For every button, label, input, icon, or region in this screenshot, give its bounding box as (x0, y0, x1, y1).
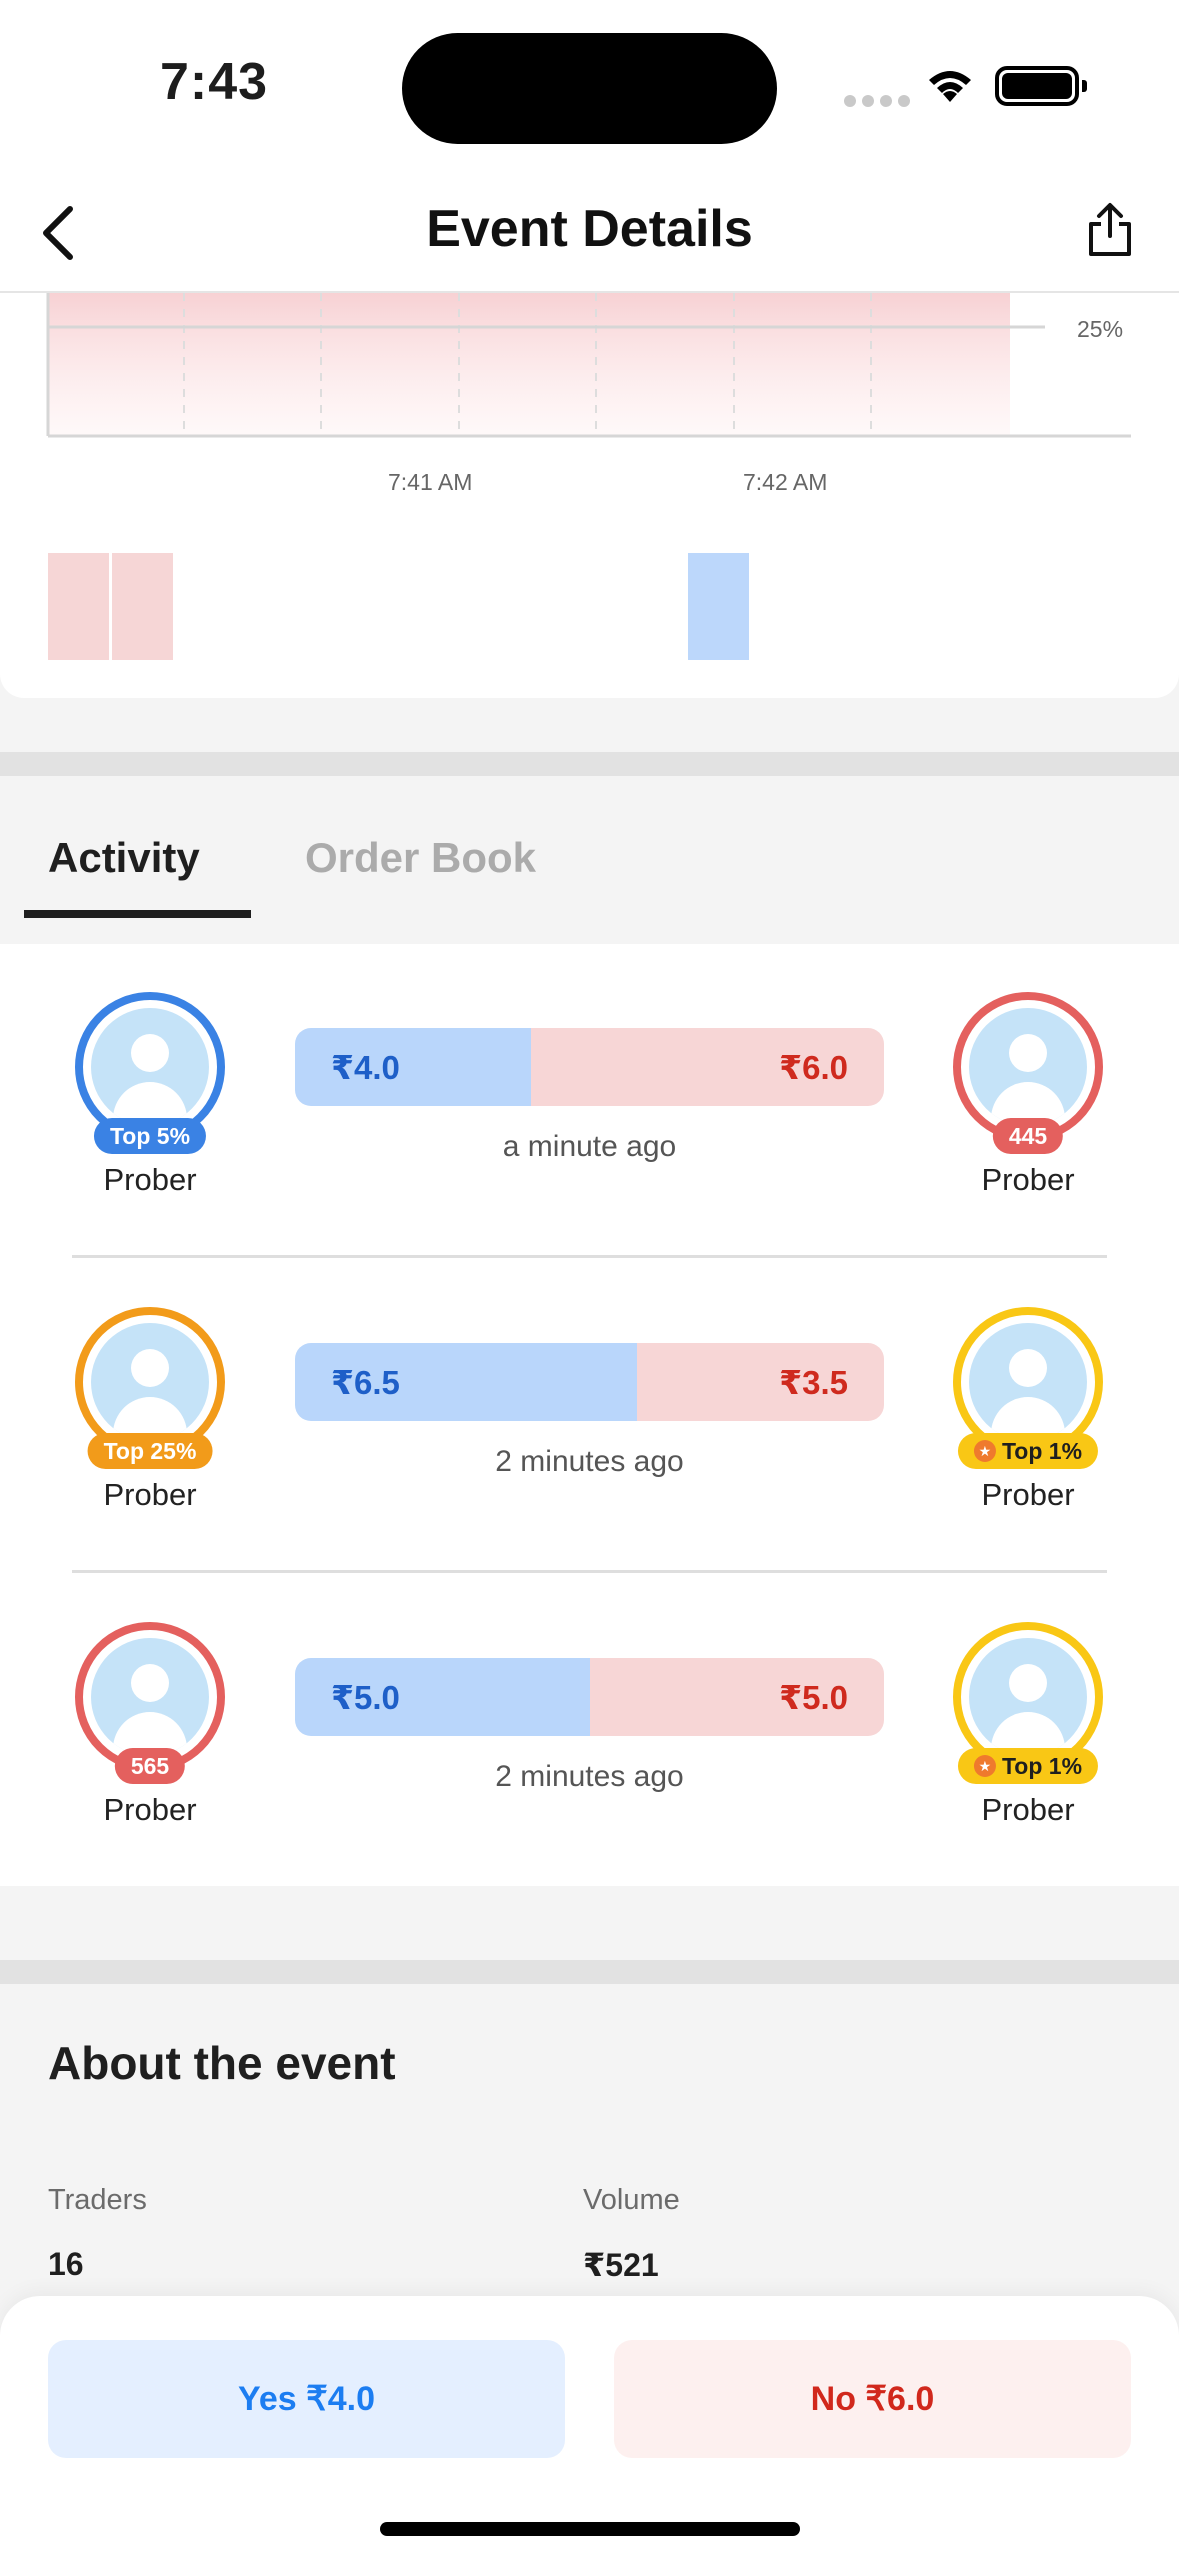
time-ago: 2 minutes ago (495, 1760, 684, 1793)
section-divider (0, 1960, 1179, 1984)
battery-icon (995, 66, 1087, 106)
tab-active-indicator (24, 910, 251, 918)
price-chart-card: 25% 7:41 AM 7:42 AM (0, 293, 1179, 698)
no-price: ₹5.0 (589, 1658, 884, 1736)
tab-bar: Activity Order Book (0, 776, 1179, 944)
rank-badge: 445 (992, 1118, 1064, 1154)
yes-price: ₹5.0 (295, 1658, 590, 1736)
traders-label: Traders (48, 2184, 147, 2216)
rank-badge: Top 5% (93, 1118, 207, 1154)
activity-list: Top 5% Prober ₹4.0 ₹6.0 a minute ago 445… (0, 944, 1179, 1886)
activity-row[interactable]: 565 Prober ₹5.0 ₹5.0 2 minutes ago ★ Top … (0, 1574, 1179, 1889)
percent-label: 25% (1077, 316, 1123, 342)
yes-trader[interactable]: 565 Prober (70, 1622, 230, 1828)
about-title: About the event (48, 2037, 396, 2089)
trader-name: Prober (981, 1162, 1075, 1197)
trader-name: Prober (981, 1792, 1075, 1827)
no-price: ₹6.0 (530, 1028, 884, 1106)
yes-price: ₹6.5 (295, 1343, 637, 1421)
volume-bar-no (48, 553, 109, 660)
share-icon (1089, 203, 1131, 256)
rank-badge: Top 25% (87, 1433, 213, 1469)
tab-activity[interactable]: Activity (48, 834, 200, 882)
price-split-bar: ₹5.0 ₹5.0 (295, 1658, 884, 1736)
time-ago: a minute ago (502, 1130, 677, 1163)
trader-name: Prober (103, 1162, 197, 1197)
tab-order-book[interactable]: Order Book (305, 834, 536, 882)
trader-name: Prober (103, 1792, 197, 1827)
activity-row[interactable]: Top 5% Prober ₹4.0 ₹6.0 a minute ago 445… (0, 944, 1179, 1259)
price-area (48, 293, 1010, 436)
buy-no-button[interactable]: No ₹6.0 (614, 2340, 1131, 2458)
volume-value: ₹521 (583, 2247, 659, 2283)
no-trader[interactable]: ★ Top 1% Prober (948, 1622, 1108, 1828)
volume-label: Volume (583, 2184, 680, 2216)
yes-trader[interactable]: Top 25% Prober (70, 1307, 230, 1513)
time-ago: 2 minutes ago (495, 1445, 684, 1478)
home-indicator[interactable] (380, 2522, 800, 2536)
star-icon: ★ (973, 1755, 996, 1777)
yes-price: ₹4.0 (295, 1028, 531, 1106)
buy-yes-button[interactable]: Yes ₹4.0 (48, 2340, 565, 2458)
no-trader[interactable]: ★ Top 1% Prober (948, 1307, 1108, 1513)
rank-badge: 565 (114, 1748, 186, 1784)
traders-value: 16 (48, 2246, 84, 2282)
rank-badge: ★ Top 1% (957, 1748, 1099, 1784)
cellular-signal-icon (844, 95, 910, 107)
row-divider (72, 1570, 1107, 1573)
activity-row[interactable]: Top 25% Prober ₹6.5 ₹3.5 2 minutes ago ★… (0, 1259, 1179, 1574)
volume-bar-no (112, 553, 173, 660)
wifi-icon (929, 71, 971, 102)
row-divider (72, 1255, 1107, 1258)
volume-bar-yes (688, 553, 749, 660)
trader-name: Prober (981, 1477, 1075, 1512)
trade-action-bar: Yes ₹4.0 No ₹6.0 (0, 2296, 1179, 2556)
time-label-1: 7:41 AM (388, 469, 472, 495)
price-split-bar: ₹6.5 ₹3.5 (295, 1343, 884, 1421)
price-split-bar: ₹4.0 ₹6.0 (295, 1028, 884, 1106)
yes-trader[interactable]: Top 5% Prober (70, 992, 230, 1198)
status-time: 7:43 (160, 53, 269, 111)
price-chart: 25% 7:41 AM 7:42 AM (46, 293, 1131, 660)
trader-name: Prober (103, 1477, 197, 1512)
status-bar: 7:43 (0, 0, 1179, 175)
section-divider (0, 752, 1179, 776)
time-label-2: 7:42 AM (743, 469, 827, 495)
share-button[interactable] (1075, 195, 1145, 265)
no-trader[interactable]: 445 Prober (948, 992, 1108, 1198)
rank-badge: ★ Top 1% (957, 1433, 1099, 1469)
dynamic-island (402, 33, 777, 144)
page-title: Event Details (426, 200, 753, 258)
nav-header: Event Details (0, 175, 1179, 293)
star-icon: ★ (973, 1440, 996, 1462)
no-price: ₹3.5 (636, 1343, 884, 1421)
